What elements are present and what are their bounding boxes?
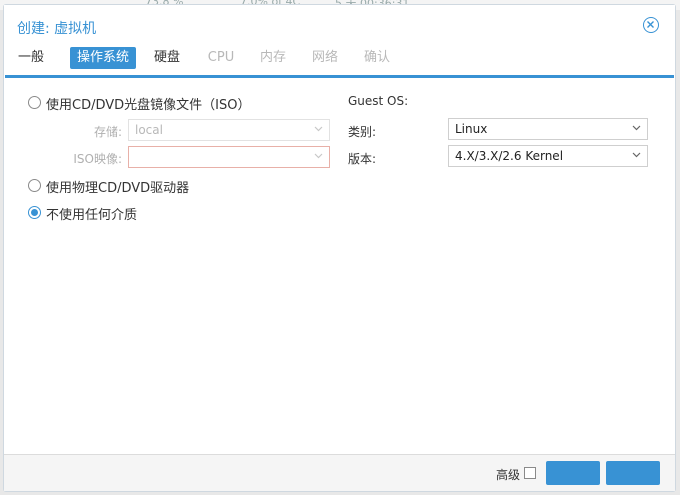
tab-cpu: CPU (207, 50, 235, 65)
back-button[interactable] (546, 461, 600, 485)
create-vm-dialog: 创建: 虚拟机 一般 操作系统 硬盘 CPU 内存 网络 确认 使用CD/DVD… (3, 4, 676, 492)
tab-confirm: 确认 (363, 50, 390, 65)
guest-os-heading: Guest OS: (348, 94, 409, 108)
close-button[interactable] (643, 17, 659, 33)
physical-option-label[interactable]: 使用物理CD/DVD驱动器 (46, 177, 189, 196)
chevron-down-icon (632, 152, 641, 158)
close-icon (647, 21, 654, 28)
storage-select: local (128, 119, 330, 141)
chevron-down-icon (632, 125, 641, 131)
next-button[interactable] (606, 461, 660, 485)
os-version-select[interactable]: 4.X/3.X/2.6 Kernel (448, 145, 648, 167)
os-version-label: 版本: (348, 152, 377, 166)
dialog-header: 创建: 虚拟机 (4, 5, 675, 41)
storage-label: 存储: (93, 125, 122, 139)
tab-os[interactable]: 操作系统 (70, 47, 136, 69)
no-media-radio[interactable] (28, 206, 41, 219)
os-type-select[interactable]: Linux (448, 118, 648, 140)
dialog-footer: 高级 (4, 454, 675, 491)
tab-network: 网络 (311, 50, 338, 65)
iso-option-label[interactable]: 使用CD/DVD光盘镜像文件（ISO） (46, 94, 250, 113)
dialog-title: 创建: 虚拟机 (17, 21, 97, 37)
tab-disk[interactable]: 硬盘 (152, 47, 182, 69)
os-type-label: 类别: (348, 125, 377, 139)
iso-image-label: ISO映像: (73, 152, 122, 166)
physical-drive-radio[interactable] (28, 179, 41, 192)
chevron-down-icon (314, 153, 323, 159)
advanced-checkbox[interactable] (524, 467, 536, 479)
tab-general[interactable]: 一般 (16, 47, 46, 69)
os-version-value: 4.X/3.X/2.6 Kernel (455, 149, 564, 163)
os-panel: 使用CD/DVD光盘镜像文件（ISO） 存储: local ISO映像: 使用物… (4, 78, 675, 455)
iso-image-select (128, 146, 330, 168)
os-type-value: Linux (455, 122, 488, 136)
storage-value: local (135, 123, 163, 137)
no-media-option-label[interactable]: 不使用任何介质 (46, 204, 137, 223)
tab-memory: 内存 (259, 50, 286, 65)
iso-radio[interactable] (28, 96, 41, 109)
chevron-down-icon (314, 126, 323, 132)
advanced-label: 高级 (496, 468, 521, 482)
